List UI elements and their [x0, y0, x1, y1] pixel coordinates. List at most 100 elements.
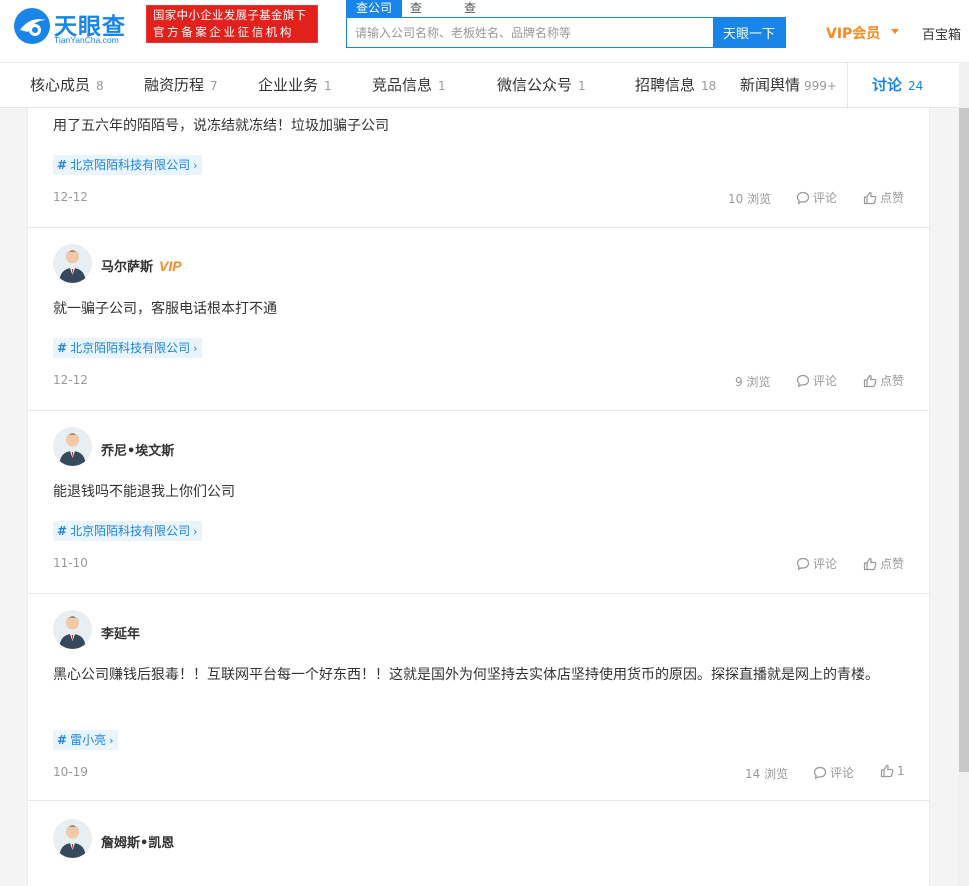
post-date: 10-19 — [53, 765, 88, 779]
avatar[interactable] — [53, 427, 92, 466]
post-text: 能退钱吗不能退我上你们公司 — [53, 484, 235, 500]
post-date: 12-12 — [53, 373, 88, 387]
hash-icon: # — [57, 733, 68, 747]
like-button[interactable]: 点赞 — [863, 189, 904, 206]
hash-icon: # — [57, 158, 68, 172]
user-name-text: 马尔萨斯 — [101, 260, 154, 275]
post-date: 11-10 — [53, 556, 88, 570]
avatar-icon — [53, 610, 92, 649]
like-button[interactable]: 1 — [880, 764, 905, 778]
avatar-icon — [53, 427, 92, 466]
nav-count: 1 — [438, 79, 446, 93]
user-name[interactable]: 乔尼•埃文斯 — [101, 440, 174, 459]
search-button[interactable]: 天眼一下 — [713, 18, 785, 47]
hash-icon: # — [57, 524, 68, 538]
discussion-post: 乔尼•埃文斯 能退钱吗不能退我上你们公司 # 北京陌陌科技有限公司 › 11-10 … — [28, 411, 929, 594]
like-label: 点赞 — [880, 557, 905, 571]
post-text: 用了五六年的陌陌号，说冻结就冻结！垃圾加骗子公司 — [53, 118, 389, 134]
nav-wechat[interactable]: 微信公众号 1 — [497, 63, 586, 108]
comment-button[interactable]: 评论 — [813, 764, 854, 781]
comment-icon — [796, 374, 810, 388]
avatar-icon — [53, 244, 92, 283]
discussion-post: 马尔萨斯 VIP 就一骗子公司，客服电话根本打不通 # 北京陌陌科技有限公司 › 12… — [28, 228, 929, 411]
slogan-banner: 国家中小企业发展子基金旗下 官方备案企业征信机构 — [146, 5, 318, 43]
nav-core-members[interactable]: 核心成员 8 — [30, 63, 104, 108]
user-name[interactable]: 李延年 — [101, 623, 140, 642]
discussion-post: 李延年 黑心公司赚钱后狠毒！！互联网平台每一个好东西！！这就是国外为何坚持去实体… — [28, 594, 929, 801]
nav-news[interactable]: 新闻舆情 999+ — [740, 63, 837, 108]
like-count: 1 — [897, 764, 905, 778]
comment-button[interactable]: 评论 — [796, 189, 837, 206]
comment-icon — [813, 766, 827, 780]
search-input[interactable] — [347, 18, 713, 47]
tag-label: 雷小亮 — [70, 733, 107, 747]
site-logo[interactable]: 天眼查 TianYanCha.com — [12, 6, 138, 46]
nav-count: 1 — [324, 79, 332, 93]
section-nav: 核心成员 8 融资历程 7 企业业务 1 竞品信息 1 微信公众号 1 招聘信息 18 新闻… — [0, 62, 959, 108]
chevron-right-icon: › — [109, 734, 114, 747]
avatar[interactable] — [53, 244, 92, 283]
comment-label: 评论 — [830, 766, 855, 780]
tag-label: 北京陌陌科技有限公司 — [70, 158, 191, 172]
user-name[interactable]: 詹姆斯•凯恩 — [101, 832, 174, 851]
like-label: 点赞 — [880, 374, 905, 388]
nav-count: 8 — [96, 79, 104, 93]
nav-discussion[interactable]: 讨论 24 — [872, 63, 923, 108]
discussion-post: 詹姆斯•凯恩 — [28, 801, 929, 886]
discussion-feed: 用了五六年的陌陌号，说冻结就冻结！垃圾加骗子公司 # 北京陌陌科技有限公司 › 12… — [27, 108, 930, 886]
post-views: 14 浏览 — [745, 767, 789, 781]
tab-search-company[interactable]: 查公司 — [346, 0, 402, 17]
nav-count: 1 — [578, 79, 586, 93]
nav-competitors[interactable]: 竞品信息 1 — [372, 63, 446, 108]
post-date: 12-12 — [53, 190, 88, 204]
search-box: 天眼一下 — [346, 17, 786, 48]
like-icon — [863, 557, 877, 571]
vip-member-link[interactable]: VIP会员 — [826, 23, 880, 43]
comment-label: 评论 — [813, 374, 838, 388]
like-button[interactable]: 点赞 — [863, 555, 904, 572]
nav-business[interactable]: 企业业务 1 — [258, 63, 332, 108]
post-topic-tag[interactable]: # 北京陌陌科技有限公司 › — [53, 155, 203, 175]
slogan-line-1: 国家中小企业发展子基金旗下 — [153, 8, 307, 22]
nav-label: 讨论 — [872, 76, 903, 94]
like-label: 点赞 — [880, 191, 905, 205]
hash-icon: # — [57, 341, 68, 355]
comment-icon — [796, 557, 810, 571]
tag-label: 北京陌陌科技有限公司 — [70, 341, 191, 355]
avatar[interactable] — [53, 819, 92, 858]
nav-financing[interactable]: 融资历程 7 — [144, 63, 218, 108]
caret-down-icon[interactable] — [891, 29, 899, 34]
tab-search-boss[interactable]: 查老板 — [410, 0, 422, 49]
post-topic-tag[interactable]: # 北京陌陌科技有限公司 › — [53, 521, 203, 541]
post-topic-tag[interactable]: # 雷小亮 › — [53, 730, 119, 750]
like-icon — [880, 764, 894, 778]
comment-button[interactable]: 评论 — [796, 555, 837, 572]
nav-count: 7 — [210, 79, 218, 93]
chevron-right-icon: › — [193, 159, 198, 172]
like-button[interactable]: 点赞 — [863, 372, 904, 389]
nav-count: 18 — [701, 79, 717, 93]
comment-button[interactable]: 评论 — [796, 372, 837, 389]
slogan-line-2: 官方备案企业征信机构 — [153, 25, 294, 39]
logo-domain: TianYanCha.com — [54, 35, 119, 45]
nav-label: 竞品信息 — [372, 76, 433, 94]
avatar-icon — [53, 819, 92, 858]
treasure-box-link[interactable]: 百宝箱 — [922, 24, 961, 43]
post-text: 就一骗子公司，客服电话根本打不通 — [53, 301, 277, 317]
nav-recruitment[interactable]: 招聘信息 18 — [635, 63, 716, 108]
nav-count: 24 — [908, 79, 924, 93]
vip-badge: VIP — [159, 258, 182, 274]
comment-icon — [796, 191, 810, 205]
tab-search-relation[interactable]: 查关系 — [464, 0, 476, 49]
avatar[interactable] — [53, 610, 92, 649]
user-name[interactable]: 马尔萨斯 VIP — [101, 256, 182, 275]
post-views: 9 浏览 — [735, 375, 771, 389]
discussion-post: 用了五六年的陌陌号，说冻结就冻结！垃圾加骗子公司 # 北京陌陌科技有限公司 › 12… — [28, 108, 929, 228]
like-icon — [863, 191, 877, 205]
nav-label: 新闻舆情 — [740, 76, 801, 94]
nav-label: 企业业务 — [258, 76, 319, 94]
nav-label: 融资历程 — [144, 76, 205, 94]
post-topic-tag[interactable]: # 北京陌陌科技有限公司 › — [53, 338, 203, 358]
top-header: 天眼查 TianYanCha.com 国家中小企业发展子基金旗下 官方备案企业征… — [0, 0, 969, 62]
scrollbar-thumb[interactable] — [959, 108, 969, 772]
